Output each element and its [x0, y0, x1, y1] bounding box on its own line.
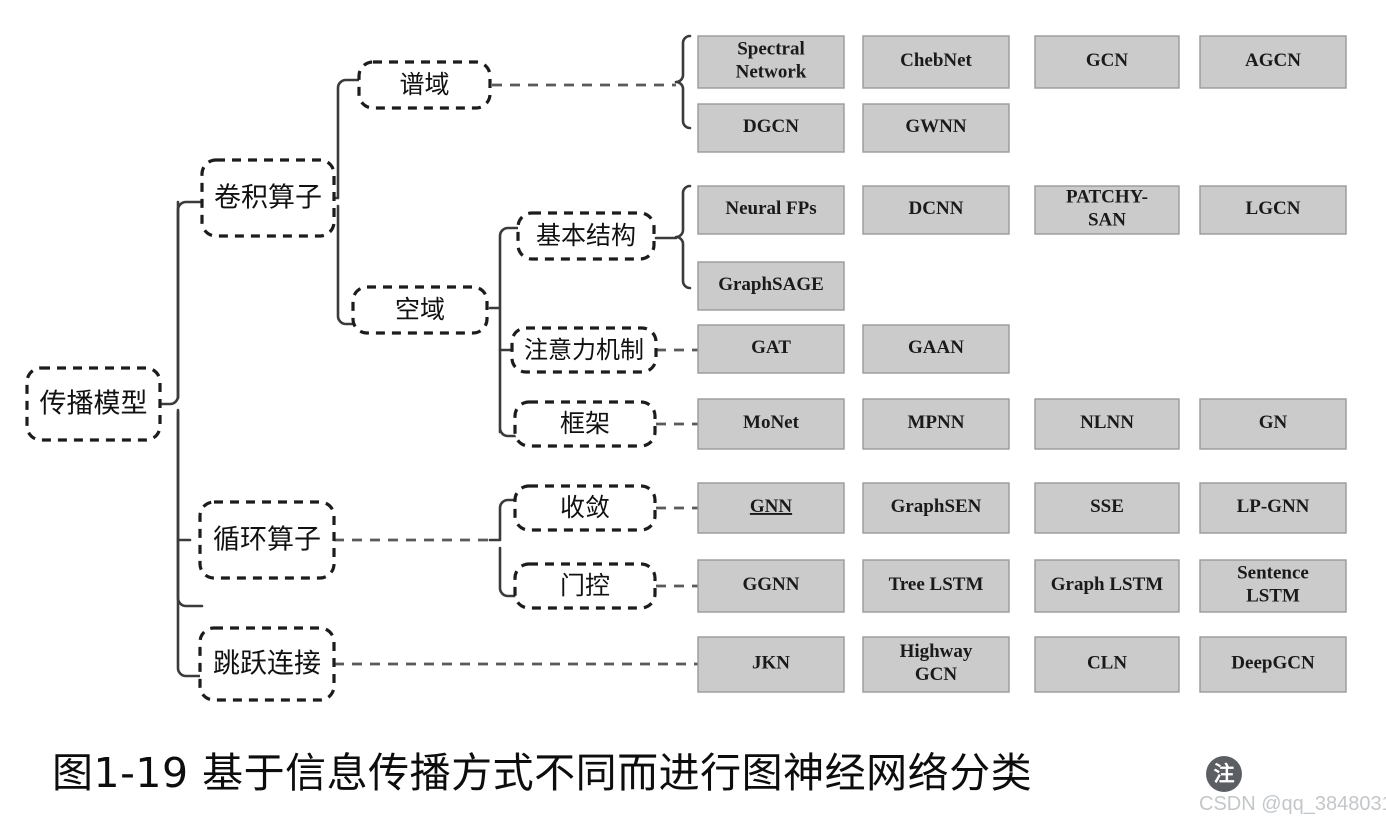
root-to-level1-connector [158, 200, 204, 608]
brace-basic-leaves [674, 184, 692, 290]
category-node-label: 跳跃连接 [213, 649, 321, 680]
node-传播模型: 传播模型 [25, 366, 162, 442]
leaf-node: MPNN [862, 398, 1010, 450]
node-spatial: 空域 [351, 285, 489, 335]
leaf-node: GGNN [697, 559, 845, 613]
conv-to-children-connector [328, 78, 362, 326]
leaf-label: GNN [750, 496, 793, 517]
leaf-node: MoNet [697, 398, 845, 450]
leaf-label: DeepGCN [1231, 653, 1315, 674]
category-node-label: 收敛 [560, 493, 610, 522]
leaf-node: GCN [1034, 35, 1180, 89]
node-skip: 跳跃连接 [198, 626, 336, 702]
note-badge: 注 [1206, 756, 1242, 792]
leaf-node: DeepGCN [1199, 636, 1347, 693]
leaf-label: GGNN [743, 574, 800, 595]
leaf-node: Spectral Network [697, 35, 845, 89]
watermark-text: CSDN @qq_38480311 [1199, 793, 1386, 815]
node-framework: 框架 [513, 400, 657, 448]
leaf-node: CLN [1034, 636, 1180, 693]
node-basic: 基本结构 [516, 211, 656, 261]
leaf-label: LGCN [1246, 198, 1301, 219]
category-node-label: 注意力机制 [524, 336, 644, 364]
leaf-label: Graph LSTM [1051, 574, 1164, 595]
category-node-label: 传播模型 [40, 389, 148, 420]
category-node-label: 框架 [560, 409, 610, 438]
leaf-node: AGCN [1199, 35, 1347, 89]
leaf-label: GWNN [905, 116, 967, 137]
category-node-group: 传播模型 卷积算子循环算子跳跃连接 谱域空域 基本结构注意力机制框架收敛门控 [25, 60, 658, 702]
figure-caption: 图1-19 基于信息传播方式不同而进行图神经网络分类 [52, 749, 1033, 797]
category-node-label: 空域 [395, 295, 445, 324]
leaf-node: GNN [697, 482, 845, 534]
leaf-node: GAAN [862, 324, 1010, 374]
spatial-to-children-connector [488, 226, 520, 438]
leaf-label: GN [1259, 412, 1288, 433]
leaf-label: JKN [752, 653, 790, 674]
leaf-label: MoNet [743, 412, 800, 433]
category-node-label: 谱域 [399, 70, 449, 99]
taxonomy-svg-canvas: Spectral Network ChebNet GCN AGCN DGCN GWNN Neu… [25, 34, 1347, 702]
leaf-label: SSE [1090, 496, 1124, 517]
leaf-node: GN [1199, 398, 1347, 450]
leaf-label: Tree LSTM [889, 574, 984, 595]
node-converge: 收敛 [513, 484, 657, 532]
category-node-label: 基本结构 [536, 221, 636, 250]
category-node-label: 卷积算子 [214, 183, 322, 214]
leaf-node: Neural FPs [697, 185, 845, 235]
leaf-node: GraphSAGE [697, 261, 845, 311]
leaf-node: GWNN [862, 103, 1010, 153]
leaf-node: DGCN [697, 103, 845, 153]
leaf-label: GraphSEN [891, 496, 982, 517]
leaf-node: GAT [697, 324, 845, 374]
node-gated: 门控 [513, 562, 657, 610]
leaf-node: NLNN [1034, 398, 1180, 450]
leaf-node: LGCN [1199, 185, 1347, 235]
leaf-node: GraphSEN [862, 482, 1010, 534]
leaf-node: Sentence LSTM [1199, 559, 1347, 613]
leaf-box-group: Spectral Network ChebNet GCN AGCN DGCN GWNN Neu… [697, 35, 1347, 693]
leaf-node: Graph LSTM [1034, 559, 1180, 613]
leaf-label: LP-GNN [1237, 496, 1310, 517]
leaf-node: LP-GNN [1199, 482, 1347, 534]
leaf-node: Tree LSTM [862, 559, 1010, 613]
category-node-label: 循环算子 [213, 525, 321, 556]
leaf-node: ChebNet [862, 35, 1010, 89]
leaf-label: NLNN [1080, 412, 1134, 433]
leaf-label: Neural FPs [725, 198, 816, 219]
leaf-label: GraphSAGE [718, 274, 824, 295]
leaf-label: DGCN [743, 116, 799, 137]
leaf-label: GCN [1086, 50, 1129, 71]
leaf-node: PATCHY-SAN [1034, 185, 1180, 235]
gnn-taxonomy-diagram: Spectral Network ChebNet GCN AGCN DGCN GWNN Neu… [0, 0, 1386, 829]
leaf-node: JKN [697, 636, 845, 693]
leaf-label: GAAN [908, 337, 964, 358]
node-spectral: 谱域 [357, 60, 492, 110]
brace-spectral-leaves [674, 34, 692, 130]
node-conv: 卷积算子 [200, 158, 336, 238]
leaf-label: AGCN [1245, 50, 1301, 71]
figure-caption-row: 图1-19 基于信息传播方式不同而进行图神经网络分类 注 CSDN @qq_38… [0, 745, 1386, 829]
leaf-node: Highway GCN [862, 636, 1010, 693]
leaf-label: GAT [751, 337, 791, 358]
node-recurrent: 循环算子 [198, 500, 336, 580]
leaf-label: DCNN [909, 198, 964, 219]
category-node-label: 门控 [560, 571, 610, 600]
leaf-label: CLN [1087, 653, 1127, 674]
node-attention: 注意力机制 [510, 326, 658, 374]
leaf-node: SSE [1034, 482, 1180, 534]
leaf-label: MPNN [908, 412, 965, 433]
leaf-node: DCNN [862, 185, 1010, 235]
leaf-label: ChebNet [900, 50, 972, 71]
